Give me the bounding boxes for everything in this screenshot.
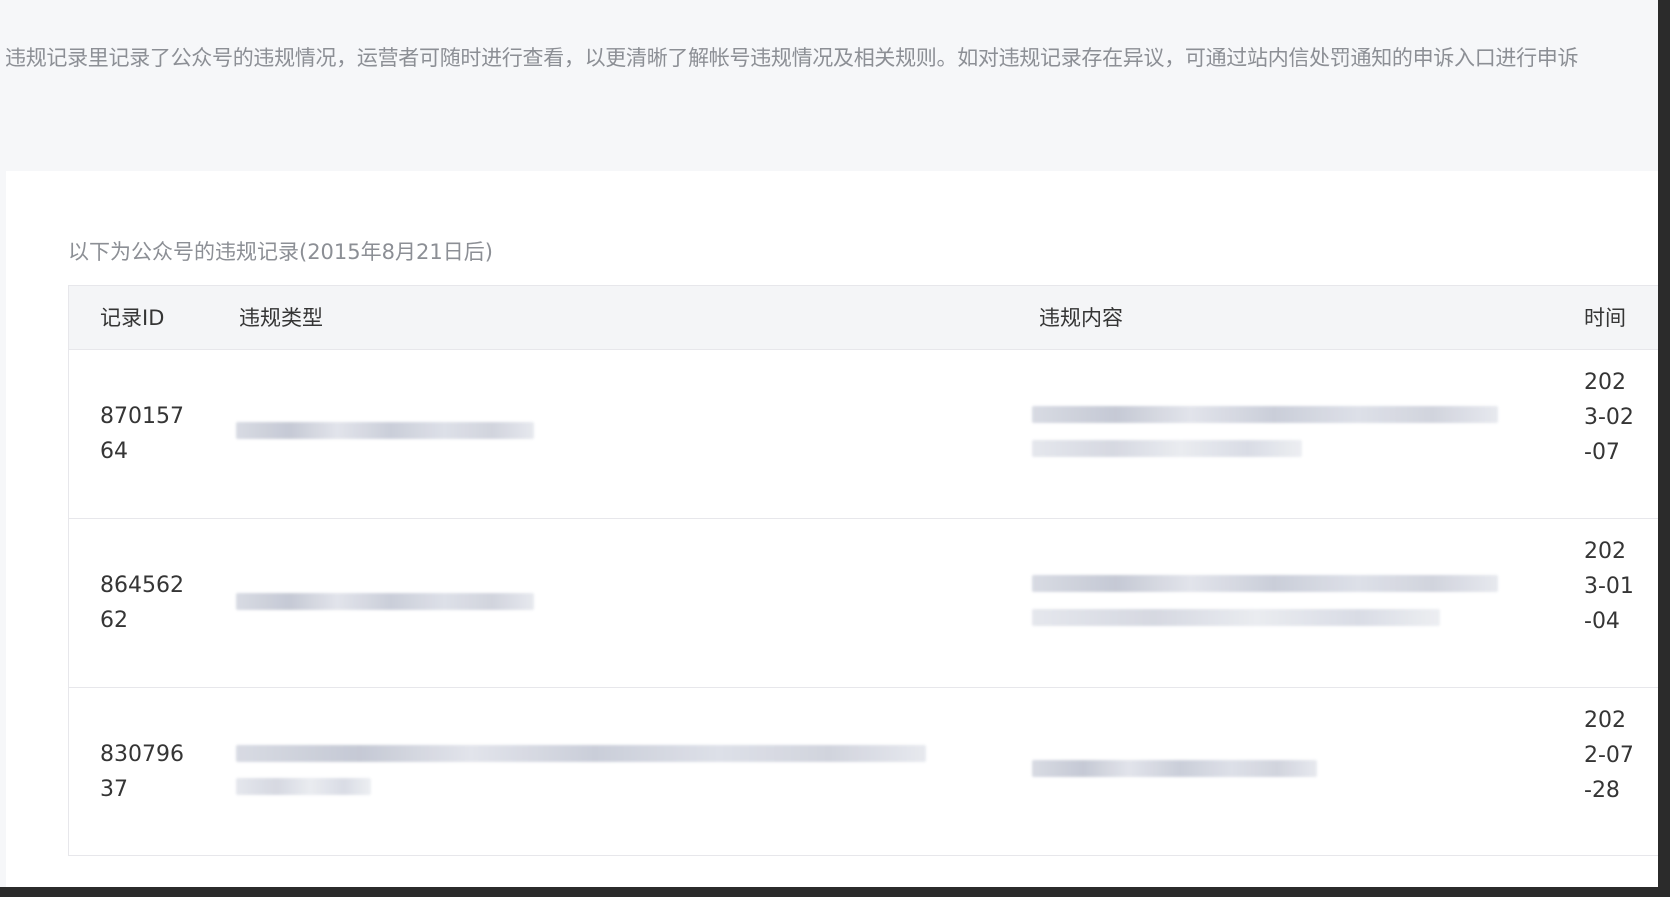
records-card: 以下为公众号的违规记录(2015年8月21日后) 记录ID 违规类型 违规内容 …	[6, 171, 1658, 887]
violation-notice-text: 违规记录里记录了公众号的违规情况，运营者可随时进行查看，以更清晰了解帐号违规情况…	[5, 46, 1579, 70]
redacted-violation-content	[1032, 440, 1302, 457]
redacted-violation-type	[236, 778, 371, 795]
violation-records-page: 违规记录里记录了公众号的违规情况，运营者可随时进行查看，以更清晰了解帐号违规情况…	[0, 0, 1658, 887]
redacted-violation-content	[1032, 406, 1498, 423]
table-row: 83079637 2022-07-28	[69, 688, 1658, 857]
table-row: 86456262 2023-01-04	[69, 519, 1658, 688]
column-header-time: 时间	[1584, 306, 1626, 330]
redacted-violation-content	[1032, 609, 1440, 626]
record-time: 2023-01-04	[1584, 539, 1634, 634]
table-header: 记录ID 违规类型 违规内容 时间	[69, 286, 1658, 350]
record-time: 2023-02-07	[1584, 370, 1634, 465]
redacted-violation-type	[236, 593, 534, 610]
records-caption: 以下为公众号的违规记录(2015年8月21日后)	[68, 240, 493, 264]
record-id: 83079637	[100, 742, 184, 802]
record-id: 87015764	[100, 404, 184, 464]
redacted-violation-type	[236, 422, 534, 439]
column-header-id: 记录ID	[100, 306, 165, 330]
redacted-violation-type	[236, 745, 926, 762]
violation-table: 记录ID 违规类型 违规内容 时间 87015764 2023-02-07 86…	[68, 285, 1658, 856]
column-header-type: 违规类型	[239, 306, 323, 330]
redacted-violation-content	[1032, 575, 1498, 592]
table-row: 87015764 2023-02-07	[69, 350, 1658, 519]
record-id: 86456262	[100, 573, 184, 633]
redacted-violation-content	[1032, 760, 1317, 777]
column-header-content: 违规内容	[1039, 306, 1123, 330]
record-time: 2022-07-28	[1584, 708, 1634, 803]
